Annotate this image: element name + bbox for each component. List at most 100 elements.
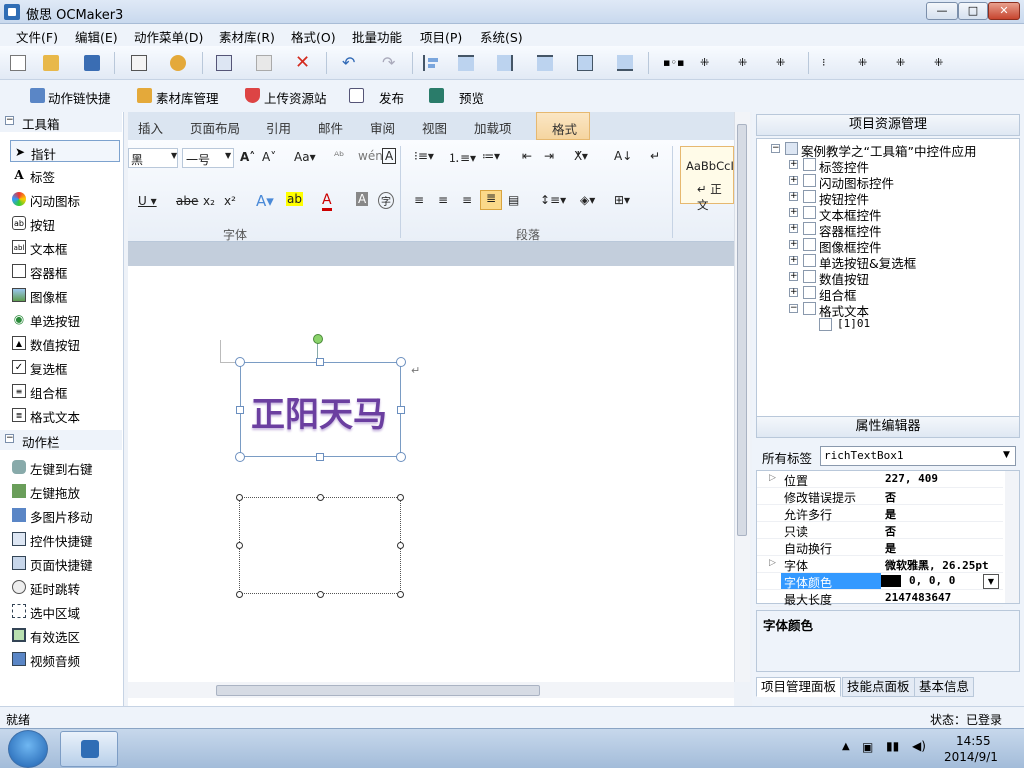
menu-file[interactable]: 文件(F) [16, 27, 58, 46]
tool-flash-icon[interactable]: 闪动图标 [10, 188, 120, 210]
menu-edit[interactable]: 编辑(E) [75, 27, 118, 46]
action-control-shortcut[interactable]: 控件快捷键 [10, 528, 120, 550]
tab-project-panel[interactable]: 项目管理面板 [756, 677, 842, 697]
resize-handle-w[interactable] [236, 406, 244, 414]
tool-numeric[interactable]: ▲ 数值按钮 [10, 332, 120, 354]
action-valid-region[interactable]: 有效选区 [10, 624, 120, 646]
clear-format-icon[interactable]: ᴬᵇ [334, 149, 344, 163]
upload-button[interactable]: 上传资源站 [264, 88, 327, 107]
paste-icon[interactable] [256, 55, 272, 71]
horizontal-scroll-thumb[interactable] [216, 685, 540, 696]
hspace-inc-icon[interactable]: ⁜ [700, 55, 716, 71]
underline-icon[interactable]: U ▾ [138, 194, 157, 208]
color-dropdown[interactable]: ▼ [983, 574, 999, 589]
tree-leaf[interactable]: [1]01 [819, 317, 870, 331]
tool-checkbox[interactable]: ✓ 复选框 [10, 356, 120, 378]
taskbar-app-button[interactable] [60, 731, 118, 767]
page-icon[interactable] [131, 55, 147, 71]
clock-date[interactable]: 2014/9/1 [944, 750, 998, 764]
maximize-button[interactable]: □ [958, 2, 988, 20]
prop-row-error-tip[interactable]: 修改错误提示否 [757, 488, 1003, 505]
tab-view[interactable]: 视图 [422, 118, 447, 137]
tab-basic-info[interactable]: 基本信息 [914, 677, 975, 697]
justify-icon[interactable]: ≣ [480, 190, 502, 210]
prop-row-position[interactable]: ▷ 位置 227, 409 [757, 471, 1003, 488]
actionbar-header[interactable]: − 动作栏 [0, 430, 122, 450]
align-bottom-icon[interactable] [617, 55, 633, 71]
tool-combobox[interactable]: ≡ 组合框 [10, 380, 120, 402]
subscript-icon[interactable]: x₂ [203, 194, 215, 208]
action-delay-jump[interactable]: 延时跳转 [10, 576, 120, 598]
increase-indent-icon[interactable]: ⇥ [544, 149, 554, 163]
prop-row-font-color[interactable]: 字体颜色 0, 0, 0 ▼ [757, 573, 1003, 590]
action-chain-button[interactable]: 动作链快捷 [48, 88, 111, 107]
tab-review[interactable]: 审阅 [370, 118, 395, 137]
hspace-icon[interactable]: ▪◦▪ [663, 55, 684, 71]
resize-handle-e[interactable] [397, 406, 405, 414]
tool-richtext[interactable]: ≣ 格式文本 [10, 404, 120, 426]
tab-format[interactable]: 格式 [536, 112, 590, 140]
distribute-icon[interactable]: ▤ [508, 193, 519, 207]
tab-insert[interactable]: 插入 [138, 118, 163, 137]
tab-references[interactable]: 引用 [266, 118, 291, 137]
line-spacing-icon[interactable]: ↕≡▾ [540, 193, 566, 207]
tray-device-icon[interactable]: ▣ [862, 740, 873, 754]
property-scrollbar[interactable] [1005, 471, 1019, 603]
vertical-scroll-thumb[interactable] [737, 124, 747, 536]
decrease-indent-icon[interactable]: ⇤ [522, 149, 532, 163]
resize-handle-ne[interactable] [396, 357, 406, 367]
control-selector[interactable]: richTextBox1 ▼ [820, 446, 1016, 466]
empty-control-box[interactable] [239, 497, 401, 594]
publish-button[interactable]: 发布 [379, 88, 404, 107]
resize-handle-s[interactable] [316, 453, 324, 461]
vspace-dec-icon[interactable]: ⁜ [896, 55, 912, 71]
align-left-icon[interactable] [423, 55, 439, 71]
align-text-left-icon[interactable]: ≡ [414, 193, 424, 207]
align-text-center-icon[interactable]: ≡ [438, 193, 448, 207]
tray-network-icon[interactable]: ▮▮ [886, 739, 899, 753]
minimize-button[interactable]: — [926, 2, 958, 20]
multilevel-icon[interactable]: ≔▾ [482, 149, 500, 163]
char-border-icon[interactable]: A [382, 148, 397, 164]
menu-batch[interactable]: 批量功能 [352, 27, 402, 46]
tool-pointer[interactable]: ➤ 指针 [10, 140, 120, 162]
rotate-handle[interactable] [313, 334, 323, 344]
menu-action[interactable]: 动作菜单(D) [134, 27, 203, 46]
tool-label[interactable]: A 标签 [10, 164, 120, 186]
hspace-remove-icon[interactable]: ⁜ [776, 55, 792, 71]
richtext-box-selected[interactable]: 正阳天马 [240, 362, 401, 457]
bullets-icon[interactable]: ⁝≡▾ [414, 149, 434, 163]
prop-row-readonly[interactable]: 只读否 [757, 522, 1003, 539]
text-effect-icon[interactable]: A▾ [256, 192, 274, 210]
vspace-icon[interactable]: ⁝ [822, 55, 838, 71]
tool-radio[interactable]: ◉ 单选按钮 [10, 308, 120, 330]
highlight-icon[interactable]: ab [286, 192, 303, 206]
phonetic-icon[interactable]: wén [358, 149, 383, 163]
vspace-remove-icon[interactable]: ⁜ [934, 55, 950, 71]
borders-icon[interactable]: ⊞▾ [614, 193, 630, 207]
align-right-icon[interactable] [497, 55, 513, 71]
hspace-dec-icon[interactable]: ⁜ [738, 55, 754, 71]
change-case-icon[interactable]: Aa▾ [294, 150, 316, 164]
close-button[interactable]: ✕ [988, 2, 1020, 20]
delete-icon[interactable]: ✕ [295, 54, 311, 72]
clock-time[interactable]: 14:55 [956, 734, 991, 748]
tool-button[interactable]: ab 按钮 [10, 212, 120, 234]
tray-arrow-icon[interactable]: ▲ [842, 741, 850, 752]
style-normal[interactable]: AaBbCcI ↵ 正文 [680, 146, 734, 212]
undo-icon[interactable]: ↶ [342, 55, 358, 71]
tab-mail[interactable]: 邮件 [318, 118, 343, 137]
open-folder-icon[interactable] [43, 55, 59, 71]
redo-icon[interactable]: ↷ [382, 55, 398, 71]
action-select-region[interactable]: 选中区域 [10, 600, 120, 622]
align-top-icon[interactable] [537, 55, 553, 71]
toolbox-header[interactable]: − 工具箱 [0, 112, 122, 132]
char-shading-icon[interactable]: A [356, 192, 369, 206]
show-marks-icon[interactable]: ↵ [650, 149, 660, 163]
menu-project[interactable]: 项目(P) [420, 27, 462, 46]
align-middle-icon[interactable] [577, 55, 593, 71]
tool-textbox[interactable]: abl 文本框 [10, 236, 120, 258]
shading-icon[interactable]: ◈▾ [580, 193, 595, 207]
shrink-font-icon[interactable]: A˅ [262, 150, 276, 164]
action-left-drag[interactable]: 左键拖放 [10, 480, 120, 502]
